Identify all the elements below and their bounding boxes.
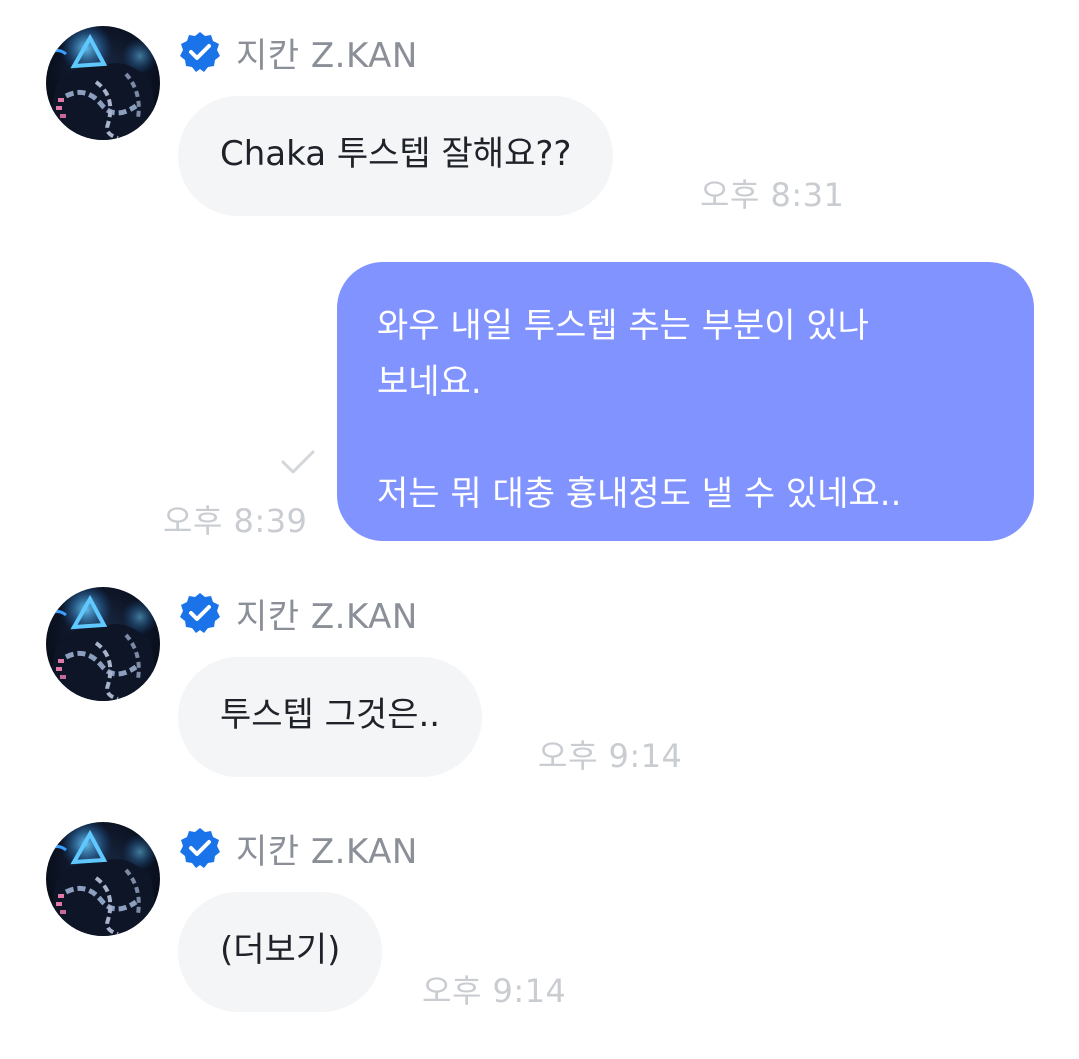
sender-name[interactable]: 지칸 Z.KAN [236,28,418,77]
message-timestamp: 오후 9:14 [422,972,567,1010]
message-timestamp: 오후 8:31 [700,176,845,214]
message-timestamp: 오후 9:14 [538,737,683,775]
verified-badge-icon [178,826,222,870]
message-timestamp: 오후 8:39 [163,502,308,540]
sender-name[interactable]: 지칸 Z.KAN [236,589,418,638]
sender-avatar[interactable] [46,26,160,140]
sender-avatar[interactable] [46,822,160,936]
sender-header: 지칸 Z.KAN [178,824,418,873]
message-bubble[interactable]: 투스텝 그것은.. [178,657,483,777]
sender-avatar[interactable] [46,587,160,701]
message-more-bubble[interactable]: (더보기) [178,892,383,1012]
sender-header: 지칸 Z.KAN [178,589,418,638]
sender-header: 지칸 Z.KAN [178,28,418,77]
verified-badge-icon [178,30,222,74]
read-receipt-checkmark-icon [281,450,315,474]
verified-badge-icon [178,591,222,635]
message-bubble[interactable]: 와우 내일 투스텝 추는 부분이 있나 보네요. 저는 뭐 대충 흉내정도 낼 … [337,262,1034,541]
sender-name[interactable]: 지칸 Z.KAN [236,824,418,873]
message-bubble[interactable]: Chaka 투스텝 잘해요?? [178,96,614,216]
